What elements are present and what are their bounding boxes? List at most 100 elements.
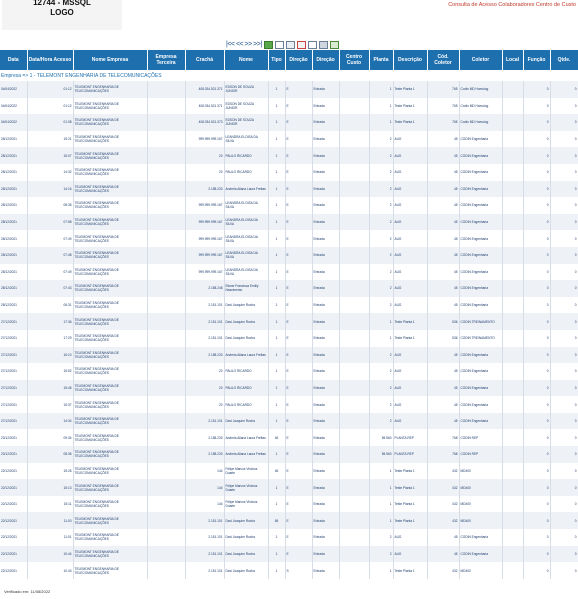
table-cell: 768 xyxy=(427,429,460,447)
table-cell: Entrada xyxy=(312,230,340,247)
table-cell: Teste Planta 1 xyxy=(393,462,428,480)
table-cell: E xyxy=(285,230,313,247)
table-cell: 45 xyxy=(427,346,460,364)
table-cell: 2 xyxy=(369,246,394,264)
table-row[interactable]: 28/12/2021 15:21 TELEMONT ENGENHARIA DE TE… xyxy=(0,130,578,148)
table-row[interactable]: 27/12/2021 15:52 TELEMONT ENGENHARIA DE TE… xyxy=(0,363,578,380)
table-cell: E xyxy=(285,130,313,148)
table-cell: PAULO RICARDO xyxy=(224,363,269,380)
table-row[interactable]: 28/12/2021 07:48 TELEMONT ENGENHARIA DE TE… xyxy=(0,246,578,264)
table-cell: CODIN Engenharia xyxy=(459,180,503,198)
table-row[interactable]: 27/12/2021 17:29 TELEMONT ENGENHARIA DE TE… xyxy=(0,329,578,347)
table-cell: CODIN TREINAMENTO xyxy=(459,329,503,347)
table-cell: 0 xyxy=(523,479,551,496)
table-cell: 2 xyxy=(369,363,394,380)
table-row[interactable]: 22/12/2021 15:13 TELEMONT ENGENHARIA DE TE… xyxy=(0,479,578,496)
table-row[interactable]: 27/12/2021 15:46 TELEMONT ENGENHARIA DE TE… xyxy=(0,379,578,397)
table-row[interactable]: 28/12/2021 06:31 TELEMONT ENGENHARIA DE TE… xyxy=(0,296,578,314)
table-cell: Entrada xyxy=(312,545,340,563)
table-cell: Entrada xyxy=(312,512,340,530)
table-row[interactable]: 22/12/2021 15:11 TELEMONT ENGENHARIA DE TE… xyxy=(0,495,578,513)
table-cell xyxy=(502,313,524,330)
table-cell: 06:31 xyxy=(27,296,74,314)
page-setup-icon[interactable] xyxy=(307,40,317,49)
table-row[interactable]: 27/12/2021 16:10 TELEMONT ENGENHARIA DE TE… xyxy=(0,346,578,364)
table-cell: 0 xyxy=(550,296,578,314)
table-cell: 0 xyxy=(523,97,551,115)
table-cell: 1 xyxy=(369,512,394,530)
table-cell: 1 xyxy=(268,396,286,413)
table-row[interactable]: 28/12/2021 07:49 TELEMONT ENGENHARIA DE TE… xyxy=(0,263,578,281)
table-row[interactable]: 22/12/2021 11:01 TELEMONT ENGENHARIA DE TE… xyxy=(0,529,578,546)
table-row[interactable]: 23/12/2021 08:36 TELEMONT ENGENHARIA DE TE… xyxy=(0,446,578,463)
table-row[interactable]: 04/04/2022 01:08 TELEMONT ENGENHARIA DE TE… xyxy=(0,114,578,131)
table-row[interactable]: 28/12/2021 15:07 TELEMONT ENGENHARIA DE TE… xyxy=(0,147,578,164)
table-row[interactable]: 22/12/2021 10:43 TELEMONT ENGENHARIA DE TE… xyxy=(0,562,578,579)
table-cell xyxy=(147,213,186,231)
table-cell xyxy=(147,97,186,115)
export-icon[interactable] xyxy=(263,40,273,49)
table-cell xyxy=(502,429,524,447)
table-row[interactable]: 28/12/2021 08:35 TELEMONT ENGENHARIA DE TE… xyxy=(0,197,578,214)
table-cell: 14:32 xyxy=(27,163,74,181)
table-cell: 28/12/2021 xyxy=(0,180,28,198)
table-cell: PLANTA REP xyxy=(393,446,428,463)
table-cell: Entrada xyxy=(312,163,340,181)
table-cell: TELEMONT ENGENHARIA DE TELECOMUNICAÇÕES xyxy=(73,246,148,264)
table-cell: 22/12/2021 xyxy=(0,545,28,563)
table-row[interactable]: 27/12/2021 14:34 TELEMONT ENGENHARIA DE TE… xyxy=(0,412,578,430)
table-cell: Codin MD Homolog xyxy=(459,81,503,98)
table-cell: 55.560 xyxy=(369,446,394,463)
table-row[interactable]: 28/12/2021 07:49 TELEMONT ENGENHARIA DE TE… xyxy=(0,230,578,247)
table-row[interactable]: 28/12/2021 14:32 TELEMONT ENGENHARIA DE TE… xyxy=(0,163,578,181)
table-cell xyxy=(147,446,186,463)
table-cell: 07:49 xyxy=(27,263,74,281)
print-icon[interactable] xyxy=(318,40,328,49)
table-cell: 1 xyxy=(268,529,286,546)
table-row[interactable]: 22/12/2021 10:44 TELEMONT ENGENHARIA DE TE… xyxy=(0,545,578,563)
table-cell: 45 xyxy=(427,130,460,148)
table-row[interactable]: 23/12/2021 09:34 TELEMONT ENGENHARIA DE TE… xyxy=(0,429,578,447)
table-row[interactable]: 04/04/2022 01:12 TELEMONT ENGENHARIA DE TE… xyxy=(0,97,578,115)
zoom-icon[interactable] xyxy=(285,40,295,49)
table-cell: 1 xyxy=(268,379,286,397)
table-cell: 2.158.233 xyxy=(185,429,225,447)
table-cell: 765 xyxy=(427,81,460,98)
excel-icon[interactable] xyxy=(329,40,339,49)
table-row[interactable]: 27/12/2021 17:36 TELEMONT ENGENHARIA DE TE… xyxy=(0,313,578,330)
table-cell: Entrada xyxy=(312,81,340,98)
table-cell: 04/04/2022 xyxy=(0,97,28,115)
table-row[interactable]: 27/12/2021 15:37 TELEMONT ENGENHARIA DE TE… xyxy=(0,396,578,413)
table-cell: TELEMONT ENGENHARIA DE TELECOMUNICAÇÕES xyxy=(73,296,148,314)
page-navigation[interactable]: |<< << >> >>| xyxy=(226,41,262,48)
table-cell xyxy=(147,163,186,181)
table-cell: 09:34 xyxy=(27,429,74,447)
table-row[interactable]: 22/12/2021 11:03 TELEMONT ENGENHARIA DE TE… xyxy=(0,512,578,530)
table-row[interactable]: 04/04/2022 01:12 TELEMONT ENGENHARIA DE TE… xyxy=(0,81,578,98)
table-cell: 0 xyxy=(523,363,551,380)
table-row[interactable]: 22/12/2021 15:26 TELEMONT ENGENHARIA DE TE… xyxy=(0,462,578,480)
table-cell: 10:43 xyxy=(27,562,74,579)
table-row[interactable]: 28/12/2021 07:43 TELEMONT ENGENHARIA DE TE… xyxy=(0,280,578,297)
table-cell: 0 xyxy=(523,462,551,480)
table-cell xyxy=(339,180,370,198)
document-icon[interactable] xyxy=(274,40,284,49)
table-cell: Entrada xyxy=(312,263,340,281)
table-cell: CODIN REP xyxy=(459,429,503,447)
pdf-icon[interactable] xyxy=(296,40,306,49)
company-logo: 12744 - MSSQL LOGO xyxy=(2,0,122,30)
table-cell: Entrada xyxy=(312,363,340,380)
table-cell: 0 xyxy=(550,429,578,447)
table-cell: AUG xyxy=(393,363,428,380)
table-cell: CODIN Engenharia xyxy=(459,529,503,546)
table-cell: E xyxy=(285,296,313,314)
table-cell xyxy=(502,81,524,98)
table-cell: Entrada xyxy=(312,396,340,413)
table-cell xyxy=(502,512,524,530)
table-row[interactable]: 28/12/2021 14:16 TELEMONT ENGENHARIA DE TE… xyxy=(0,180,578,198)
table-row[interactable]: 28/12/2021 07:58 TELEMONT ENGENHARIA DE TE… xyxy=(0,213,578,231)
table-cell: 28/12/2021 xyxy=(0,130,28,148)
table-cell xyxy=(147,529,186,546)
table-cell: E xyxy=(285,280,313,297)
table-cell: 2.151.101 xyxy=(185,545,225,563)
